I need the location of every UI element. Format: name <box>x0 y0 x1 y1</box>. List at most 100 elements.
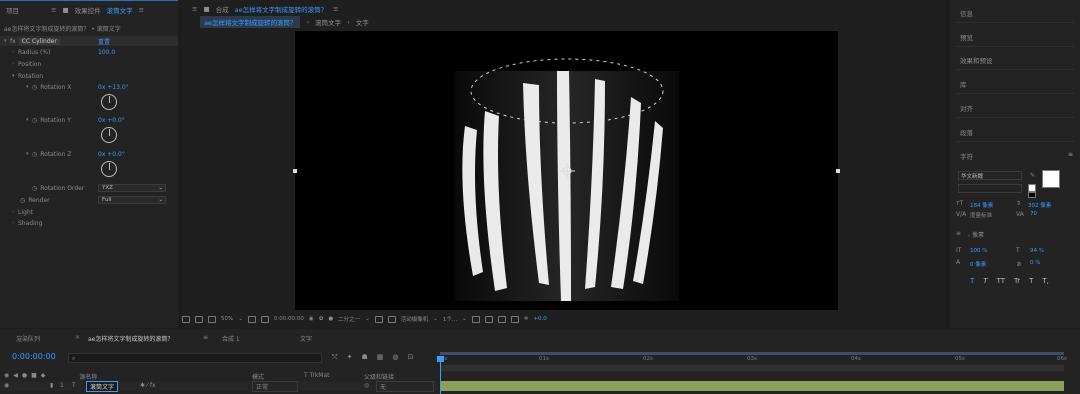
tsume-value[interactable]: 0 % <box>1030 260 1040 266</box>
font-family-select[interactable]: 华文新魏 <box>958 171 1022 180</box>
panel-paragraph[interactable]: 段落 <box>960 127 973 137</box>
effect-header[interactable]: ▾ fx CC Cylinder 重置 <box>0 36 178 46</box>
font-size-value[interactable]: 184 像素 <box>970 201 993 209</box>
position-row[interactable]: › Position <box>0 59 178 69</box>
mask-icon[interactable] <box>260 315 269 323</box>
camera-select[interactable]: 活动摄像机 <box>401 315 429 323</box>
stroke-width-value[interactable]: - 像素 <box>968 230 984 239</box>
rotation-z-row[interactable]: ▾ ◷ Rotation Z 0x +0.0° <box>0 149 178 159</box>
stopwatch-icon[interactable]: ◷ <box>32 151 37 158</box>
shy-layers-icon[interactable]: ☗ <box>361 353 367 362</box>
snapshot-icon[interactable]: ✿ <box>319 316 324 322</box>
views-select[interactable]: 1个... <box>443 315 457 323</box>
chevron-down-icon[interactable]: ⌄ <box>433 316 438 322</box>
panel-menu-icon[interactable]: ≡ <box>1068 151 1073 158</box>
baseline-shift-value[interactable]: 0 像素 <box>970 260 986 268</box>
resolution-select[interactable]: 二分之一 <box>338 315 360 323</box>
stopwatch-icon[interactable]: ◷ <box>32 185 37 192</box>
chevron-down-icon[interactable]: ⌄ <box>365 316 370 322</box>
tab-timeline-text[interactable]: 文字 <box>300 334 312 343</box>
menu-icon[interactable]: ≡ <box>51 6 56 14</box>
panel-menu-icon[interactable]: ≡ <box>139 6 144 14</box>
horizontal-scale-value[interactable]: 94 % <box>1030 248 1044 254</box>
tab-timeline-comp1[interactable]: 合成 1 <box>222 334 240 343</box>
motion-blur-icon[interactable]: ◍ <box>392 353 398 362</box>
flowchart-icon[interactable] <box>510 315 519 323</box>
radius-row[interactable]: › Radius (%) 100.0 <box>0 47 178 57</box>
eyedropper-icon[interactable]: ✎ <box>1030 172 1035 179</box>
tab-project[interactable]: 项目 <box>6 5 19 15</box>
lock-icon[interactable]: ■ <box>62 6 68 14</box>
composition-flowchart-icon[interactable]: ⤲ <box>332 353 338 362</box>
subscript-button[interactable]: T, <box>1042 277 1049 285</box>
leading-value[interactable]: 302 像素 <box>1028 201 1051 209</box>
lock-icon[interactable]: ■ <box>203 5 209 13</box>
layer-handle-left[interactable] <box>293 169 297 173</box>
tab-text[interactable]: 文字 <box>356 17 369 27</box>
panel-menu-icon[interactable]: ≡ <box>203 334 208 341</box>
layer-name[interactable]: 滚筒文字 <box>86 381 119 392</box>
rotation-z-dial[interactable] <box>101 161 117 177</box>
safe-zones-icon[interactable] <box>247 315 256 323</box>
fx-icon[interactable]: fx <box>10 38 16 45</box>
draft-3d-icon[interactable]: ✦ <box>347 353 353 362</box>
playhead-handle[interactable] <box>437 356 444 362</box>
tab-layer-text[interactable]: 滚筒文字 <box>315 17 341 27</box>
exposure-value[interactable]: +0.0 <box>533 316 546 322</box>
column-trkmat[interactable]: T TrkMat <box>304 372 330 379</box>
region-icon[interactable] <box>374 315 383 323</box>
visibility-icon[interactable]: ◉ <box>4 382 9 389</box>
time-navigator[interactable] <box>440 365 1064 371</box>
preview-icon[interactable] <box>182 315 190 323</box>
reset-link[interactable]: 重置 <box>98 37 110 46</box>
composition-canvas[interactable] <box>295 31 838 310</box>
superscript-button[interactable]: T <box>1029 277 1033 285</box>
radius-value[interactable]: 100.0 <box>98 49 115 56</box>
font-style-select[interactable] <box>958 184 1022 193</box>
layer-duration-bar[interactable] <box>440 381 1064 391</box>
transparency-grid-icon[interactable] <box>387 315 396 323</box>
tab-render-queue[interactable]: 渲染队列 <box>16 334 40 343</box>
stopwatch-icon[interactable]: ◷ <box>20 197 25 204</box>
monitor-icon[interactable] <box>195 315 203 323</box>
panel-info[interactable]: 信息 <box>960 8 973 18</box>
layer-label-color[interactable]: ▮ <box>50 382 53 389</box>
light-row[interactable]: › Light <box>0 207 178 217</box>
tab-comp-main[interactable]: ae怎样将文字制成旋转的滚筒？ <box>200 16 301 28</box>
grid-icon[interactable] <box>208 315 216 323</box>
render-select[interactable]: Full ⌄ <box>98 196 166 204</box>
column-source-name[interactable]: 源名称 <box>79 372 97 381</box>
parent-select[interactable]: 无 <box>376 381 434 392</box>
shading-row[interactable]: › Shading <box>0 218 178 228</box>
panel-character[interactable]: 字符 <box>960 151 973 161</box>
layer-search-input[interactable]: ⌕ <box>68 353 322 363</box>
chevron-down-icon[interactable]: ⌄ <box>462 316 467 322</box>
panel-preview[interactable]: 预览 <box>960 32 973 42</box>
pickwhip-icon[interactable]: ◎ <box>364 382 369 389</box>
camera-icon[interactable]: ◉ <box>309 316 314 322</box>
menu-icon[interactable]: ≡ <box>192 5 197 13</box>
color-channel-icon[interactable]: ● <box>328 316 333 322</box>
panel-align[interactable]: 对齐 <box>960 103 973 113</box>
column-mode[interactable]: 模式 <box>252 372 264 381</box>
rotation-x-dial[interactable] <box>101 94 117 110</box>
close-icon[interactable]: × <box>75 334 80 341</box>
kerning-value[interactable]: 度量标准 <box>970 211 992 219</box>
tab-effect-controls[interactable]: 效果控件 <box>75 5 101 15</box>
faux-bold-button[interactable]: T <box>970 277 974 285</box>
work-area-bar[interactable] <box>440 352 1064 355</box>
fast-preview-icon[interactable] <box>484 315 493 323</box>
rotation-y-dial[interactable] <box>101 127 117 143</box>
small-caps-button[interactable]: Tr <box>1014 277 1020 285</box>
black-swatch[interactable] <box>1028 192 1036 198</box>
rotation-y-row[interactable]: ▾ ◷ Rotation Y 0x +0.0° <box>0 115 178 125</box>
timeline-icon[interactable] <box>497 315 506 323</box>
rotation-x-value[interactable]: 0x +13.0° <box>98 84 129 91</box>
exposure-icon[interactable]: ✲ <box>524 316 529 322</box>
rotation-z-value[interactable]: 0x +0.0° <box>98 151 125 158</box>
rotation-x-row[interactable]: ▾ ◷ Rotation X 0x +13.0° <box>0 82 178 92</box>
tracking-value[interactable]: 70 <box>1030 211 1037 217</box>
layer-switches[interactable]: ✱ ⁄ fx <box>140 382 156 389</box>
layer-handle-right[interactable] <box>836 169 840 173</box>
rotation-y-value[interactable]: 0x +0.0° <box>98 117 125 124</box>
